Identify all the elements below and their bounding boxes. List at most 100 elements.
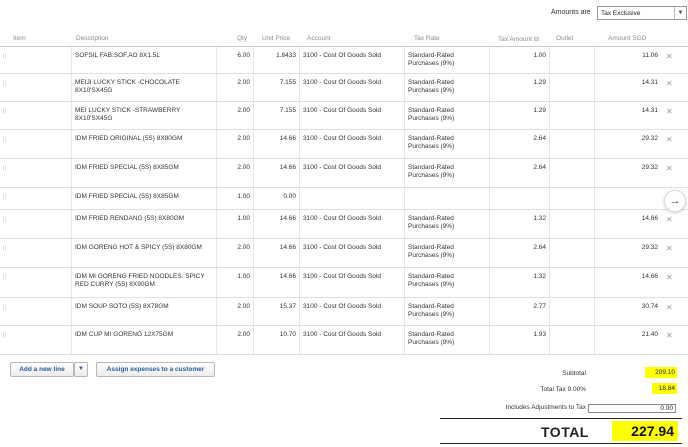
table-row[interactable]: MEI LUCKY STICK -STRAWBERRY 8X10'SX45G 2.… <box>0 102 688 130</box>
delete-row-icon[interactable]: ✕ <box>666 244 673 253</box>
table-row[interactable]: MEIJI LUCKY STICK -CHOCOLATE 8X10'SX45G 2… <box>0 74 688 102</box>
qty-cell[interactable]: 2.00 <box>217 74 254 101</box>
unit-price-cell[interactable]: 10.70 <box>254 326 300 354</box>
qty-cell[interactable]: 6.00 <box>217 47 254 73</box>
table-row[interactable]: IDM FRIED RENDANG (5S) 8X80GM 1.00 14.66 31… <box>0 210 688 239</box>
amount-cell[interactable]: 29.32 <box>595 130 661 158</box>
description-cell[interactable]: IDM GORENG HOT & SPICY (5S) 8X80GM <box>72 239 217 267</box>
tax-rate-cell[interactable]: Standard-Rated Purchases (9%) <box>405 159 490 187</box>
tax-rate-cell[interactable]: Standard-Rated Purchases (9%) <box>405 298 490 325</box>
table-row[interactable]: SOFSIL FAB.SOF.AO 8X1.5L 6.00 1.8433 3100 -… <box>0 47 688 74</box>
outlet-cell[interactable] <box>550 130 595 158</box>
item-cell[interactable] <box>10 47 72 73</box>
outlet-cell[interactable] <box>550 159 595 187</box>
qty-cell[interactable]: 2.00 <box>217 102 254 129</box>
delete-row-icon[interactable]: ✕ <box>666 79 673 88</box>
add-new-line-button[interactable]: Add a new line <box>10 362 74 377</box>
unit-price-cell[interactable]: 15.37 <box>254 298 300 325</box>
drag-handle-icon[interactable]: ⠿ <box>2 136 7 144</box>
item-cell[interactable] <box>10 102 72 129</box>
tax-amount-cell[interactable]: 1.32 <box>490 210 550 238</box>
tax-amount-cell[interactable]: 2.64 <box>490 239 550 267</box>
amount-cell[interactable]: 14.31 <box>595 74 661 101</box>
tax-rate-cell[interactable]: Standard-Rated Purchases (9%) <box>405 130 490 158</box>
column-header-unit-price[interactable]: Unit Price <box>262 35 290 42</box>
amount-cell[interactable]: 29.32 <box>595 239 661 267</box>
column-header-item[interactable]: Item <box>13 35 26 42</box>
add-line-dropdown-icon[interactable]: ▼ <box>74 362 88 377</box>
account-cell[interactable] <box>300 188 405 209</box>
unit-price-cell[interactable]: 1.8433 <box>254 47 300 73</box>
amount-cell[interactable]: 11.06 <box>595 47 661 73</box>
tax-amount-cell[interactable]: 2.77 <box>490 298 550 325</box>
qty-cell[interactable]: 1.00 <box>217 268 254 297</box>
tax-amount-cell[interactable]: 1.00 <box>490 47 550 73</box>
table-row[interactable]: IDM SOUP SOTO (5S) 8X78GM 2.00 15.37 3100 -… <box>0 298 688 326</box>
outlet-cell[interactable] <box>550 268 595 297</box>
description-cell[interactable]: MEIJI LUCKY STICK -CHOCOLATE 8X10'SX45G <box>72 74 217 101</box>
tax-amount-cell[interactable]: 1.29 <box>490 102 550 129</box>
description-cell[interactable]: IDM FRIED ORIGINAL (5S) 8X80GM <box>72 130 217 158</box>
delete-row-icon[interactable]: ✕ <box>666 303 673 312</box>
outlet-cell[interactable] <box>550 210 595 238</box>
outlet-cell[interactable] <box>550 74 595 101</box>
description-cell[interactable]: IDM FRIED SPECIAL (5S) 8X85GM <box>72 188 217 209</box>
amount-cell[interactable]: 14.31 <box>595 102 661 129</box>
outlet-cell[interactable] <box>550 102 595 129</box>
account-cell[interactable]: 3100 - Cost Of Goods Sold <box>300 268 405 297</box>
outlet-cell[interactable] <box>550 47 595 73</box>
amount-cell[interactable]: 21.40 <box>595 326 661 354</box>
column-header-tax-rate[interactable]: Tax Rate <box>414 35 440 42</box>
description-cell[interactable]: IDM MI GORENG FRIED NOODLES. SPICY RED C… <box>72 268 217 297</box>
account-cell[interactable]: 3100 - Cost Of Goods Sold <box>300 159 405 187</box>
drag-handle-icon[interactable]: ⠿ <box>2 80 7 88</box>
description-cell[interactable]: MEI LUCKY STICK -STRAWBERRY 8X10'SX45G <box>72 102 217 129</box>
drag-handle-icon[interactable]: ⠿ <box>2 53 7 61</box>
table-row[interactable]: IDM GORENG HOT & SPICY (5S) 8X80GM 2.00 14… <box>0 239 688 268</box>
unit-price-cell[interactable]: 14.66 <box>254 159 300 187</box>
toggle-icon[interactable]: ⊟ <box>534 36 539 43</box>
drag-handle-icon[interactable]: ⠿ <box>2 216 7 224</box>
amount-cell[interactable]: 30.74 <box>595 298 661 325</box>
qty-cell[interactable]: 2.00 <box>217 159 254 187</box>
drag-handle-icon[interactable]: ⠿ <box>2 108 7 116</box>
item-cell[interactable] <box>10 188 72 209</box>
account-cell[interactable]: 3100 - Cost Of Goods Sold <box>300 102 405 129</box>
qty-cell[interactable]: 1.00 <box>217 188 254 209</box>
qty-cell[interactable]: 2.00 <box>217 130 254 158</box>
outlet-cell[interactable] <box>550 298 595 325</box>
tax-rate-cell[interactable]: Standard-Rated Purchases (9%) <box>405 326 490 354</box>
qty-cell[interactable]: 2.00 <box>217 239 254 267</box>
unit-price-cell[interactable]: 14.66 <box>254 130 300 158</box>
delete-row-icon[interactable]: ✕ <box>666 135 673 144</box>
description-cell[interactable]: IDM FRIED RENDANG (5S) 8X80GM <box>72 210 217 238</box>
description-cell[interactable]: IDM CUP MI GORENG 12X75GM <box>72 326 217 354</box>
column-header-qty[interactable]: Qty <box>237 35 247 42</box>
item-cell[interactable] <box>10 74 72 101</box>
description-cell[interactable]: IDM FRIED SPECIAL (5S) 8X85GM <box>72 159 217 187</box>
tax-rate-cell[interactable]: Standard-Rated Purchases (9%) <box>405 239 490 267</box>
tax-amount-cell[interactable]: 1.93 <box>490 326 550 354</box>
table-row[interactable]: IDM MI GORENG FRIED NOODLES. SPICY RED C… <box>0 268 688 298</box>
delete-row-icon[interactable]: ✕ <box>666 107 673 116</box>
table-row[interactable]: IDM FRIED SPECIAL (5S) 8X85GM 1.00 0.00 ⠿ <box>0 188 688 210</box>
unit-price-cell[interactable]: 7.155 <box>254 102 300 129</box>
drag-handle-icon[interactable]: ⠿ <box>2 332 7 340</box>
item-cell[interactable] <box>10 239 72 267</box>
tax-amount-cell[interactable]: 1.29 <box>490 74 550 101</box>
tax-mode-select[interactable]: Tax Exclusive ▼ <box>597 6 687 20</box>
unit-price-cell[interactable]: 14.66 <box>254 268 300 297</box>
tax-rate-cell[interactable]: Standard-Rated Purchases (9%) <box>405 74 490 101</box>
amount-cell[interactable]: 29.32 <box>595 159 661 187</box>
column-header-amount[interactable]: Amount SGD <box>608 35 646 42</box>
unit-price-cell[interactable]: 14.66 <box>254 239 300 267</box>
tax-adjustment-input[interactable]: 0.00 <box>588 404 676 413</box>
drag-handle-icon[interactable]: ⠿ <box>2 194 7 202</box>
column-header-tax-amount[interactable]: Tax Amount ⊟ <box>498 35 539 43</box>
item-cell[interactable] <box>10 159 72 187</box>
table-row[interactable]: IDM CUP MI GORENG 12X75GM 2.00 10.70 3100 -… <box>0 326 688 355</box>
tax-rate-cell[interactable]: Standard-Rated Purchases (9%) <box>405 210 490 238</box>
qty-cell[interactable]: 1.00 <box>217 210 254 238</box>
account-cell[interactable]: 3100 - Cost Of Goods Sold <box>300 74 405 101</box>
account-cell[interactable]: 3100 - Cost Of Goods Sold <box>300 47 405 73</box>
